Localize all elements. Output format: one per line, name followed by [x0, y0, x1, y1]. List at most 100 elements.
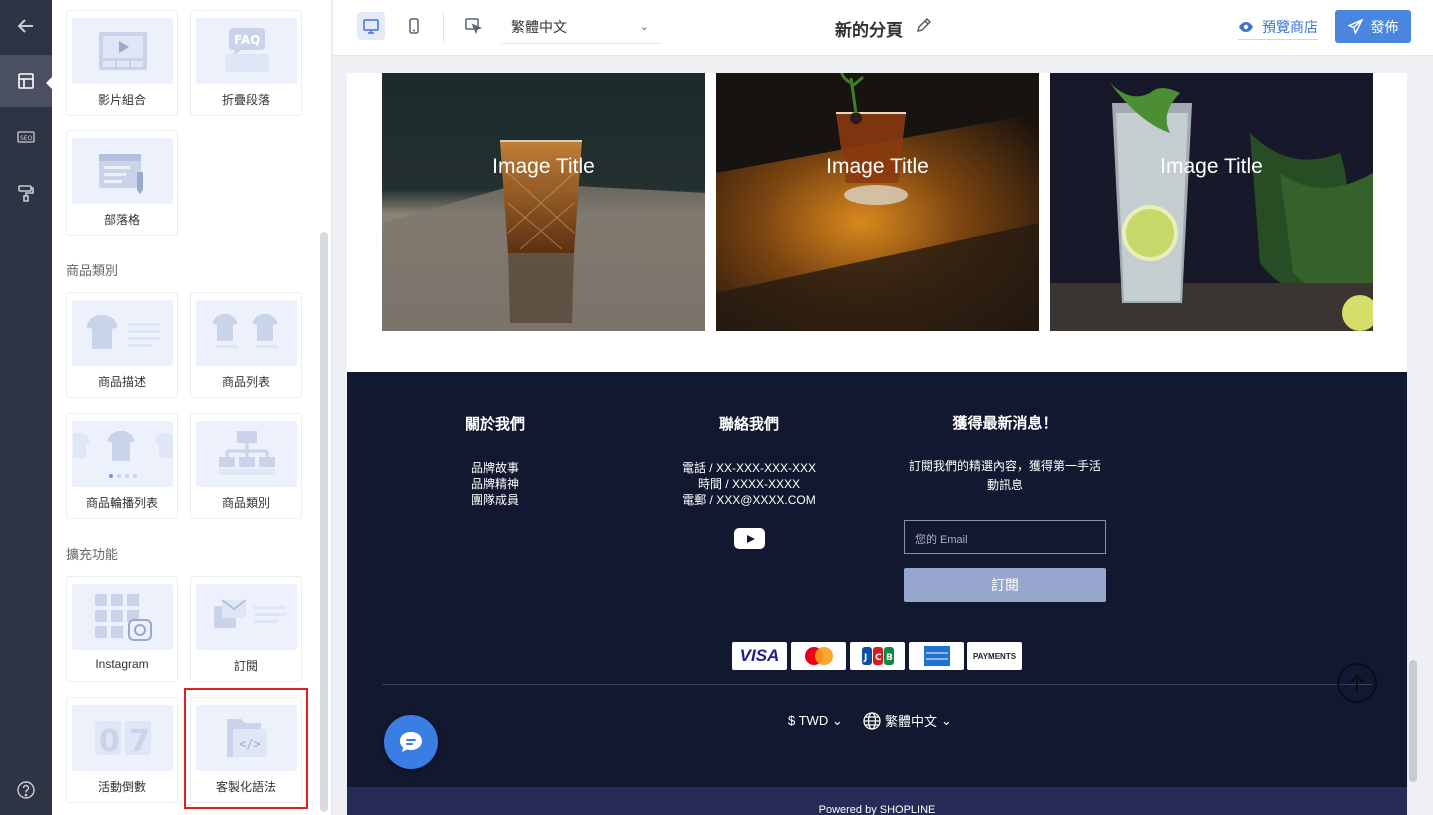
image-title: Image Title: [826, 155, 929, 178]
desktop-view-button[interactable]: [357, 12, 385, 40]
faq-icon: FAQ: [224, 28, 269, 72]
left-rail: SEO: [0, 0, 53, 815]
cursor-select-icon: [465, 18, 482, 35]
pencil-icon: [917, 18, 931, 32]
chat-button[interactable]: [384, 715, 438, 769]
widget-label: 商品輪播列表: [85, 496, 158, 510]
footer-language-selector[interactable]: 繁體中文 ⌄: [863, 711, 952, 730]
mojito-image: [1050, 73, 1373, 331]
mobile-icon: [409, 18, 419, 34]
seo-tab[interactable]: SEO: [0, 111, 52, 163]
widget-thumb: [196, 584, 297, 650]
back-button[interactable]: [0, 0, 52, 52]
footer-divider: [382, 684, 1372, 685]
footer-link-brand-story[interactable]: 品牌故事: [435, 460, 555, 476]
gallery-image-card[interactable]: Image Title: [382, 73, 705, 331]
widget-thumb: [72, 421, 173, 487]
whiskey-glass-image: [382, 73, 705, 331]
footer-link-brand-spirit[interactable]: 品牌精神: [435, 476, 555, 492]
widget-card-video-gallery[interactable]: 影片組合: [66, 10, 178, 116]
scroll-to-top-button[interactable]: [1337, 663, 1377, 703]
widget-card-product-carousel[interactable]: 商品輪播列表: [66, 413, 178, 519]
layout-tab[interactable]: [0, 55, 52, 107]
widget-thumb: [72, 584, 173, 650]
mobile-view-button[interactable]: [400, 12, 428, 40]
svg-text:B: B: [886, 653, 893, 663]
newsletter-email-input[interactable]: 您的 Email: [904, 520, 1106, 554]
help-button[interactable]: [0, 764, 52, 815]
product-list-icon: [211, 314, 278, 348]
chevron-down-icon: ⌄: [941, 712, 952, 728]
cocktail-image: [716, 73, 1039, 331]
widget-label: 折疊段落: [221, 93, 270, 107]
widget-label: 訂閱: [233, 659, 258, 673]
preview-store-label: 預覽商店: [1262, 18, 1318, 35]
footer-link-team[interactable]: 團隊成員: [435, 492, 555, 508]
youtube-link[interactable]: [734, 528, 765, 549]
widget-card-instagram[interactable]: Instagram: [66, 576, 178, 682]
contact-title: 聯絡我們: [718, 416, 779, 433]
widget-card-blog[interactable]: 部落格: [66, 130, 178, 236]
svg-text:SEO: SEO: [20, 135, 33, 142]
blog-icon: [98, 154, 143, 194]
widget-card-countdown[interactable]: 07 活動倒數: [66, 697, 178, 803]
video-gallery-icon: [98, 32, 147, 70]
svg-text:FAQ: FAQ: [234, 33, 260, 47]
canvas-scrollbar[interactable]: [1409, 660, 1417, 782]
widget-thumb: [196, 421, 297, 487]
widget-label: 部落格: [103, 213, 140, 227]
language-select[interactable]: 繁體中文 ⌄: [501, 12, 661, 44]
widget-card-faq[interactable]: FAQ 折疊段落: [190, 10, 302, 116]
site-footer: 關於我們 品牌故事 品牌精神 團隊成員 聯絡我們 電話 / XX-XXX-XXX…: [347, 372, 1407, 787]
chevron-down-icon: ⌄: [639, 21, 649, 33]
currency-selector[interactable]: $ TWD ⌄: [788, 713, 843, 729]
widget-card-product-category[interactable]: 商品類別: [190, 413, 302, 519]
widget-thumb: [72, 18, 173, 84]
mastercard-icon: [804, 647, 833, 665]
jcb-icon: JCB: [861, 647, 894, 665]
arrow-up-icon: [1350, 674, 1364, 691]
chevron-down-icon: ⌄: [831, 713, 843, 728]
select-element-button[interactable]: [459, 12, 487, 40]
widget-label: 影片組合: [97, 93, 146, 107]
preview-store-button[interactable]: 預覽商店: [1238, 14, 1318, 40]
svg-text:J: J: [863, 653, 867, 663]
about-title: 關於我們: [464, 416, 525, 433]
seo-icon: SEO: [17, 131, 35, 143]
paint-roller-icon: [18, 185, 34, 202]
countdown-icon: 07: [94, 721, 151, 759]
instagram-icon: [94, 594, 152, 641]
layout-icon: [18, 73, 34, 89]
widget-card-product-description[interactable]: 商品描述: [66, 292, 178, 398]
widget-card-product-list[interactable]: 商品列表: [190, 292, 302, 398]
subscribe-button[interactable]: 訂閱: [904, 568, 1106, 602]
highlight-box: [184, 688, 308, 809]
language-select-value: 繁體中文: [511, 19, 567, 35]
widget-label: 商品類別: [221, 496, 270, 510]
news-description-line-1: 訂閱我們的精選內容，獲得第一手活: [908, 459, 1101, 473]
publish-label: 發佈: [1370, 18, 1399, 35]
theme-tab[interactable]: [0, 167, 52, 219]
image-title: Image Title: [492, 155, 595, 178]
eye-icon: [1239, 21, 1253, 32]
youtube-icon: [746, 534, 755, 543]
svg-text:C: C: [875, 653, 882, 663]
footer-language-value: 繁體中文: [885, 714, 938, 729]
gallery-image-card[interactable]: Image Title: [1050, 73, 1373, 331]
panel-scrollbar[interactable]: [320, 232, 328, 812]
widget-label: 商品描述: [97, 375, 146, 389]
widget-thumb: 07: [72, 705, 173, 771]
jcb-badge: JCB: [850, 642, 905, 670]
contact-hours: 時間 / XXXX-XXXX: [697, 477, 801, 491]
widget-thumb: FAQ: [196, 18, 297, 84]
edit-title-button[interactable]: [915, 16, 933, 39]
widget-card-subscribe[interactable]: 訂閱: [190, 576, 302, 682]
mastercard-badge: [791, 642, 846, 670]
gallery-image-card[interactable]: Image Title: [716, 73, 1039, 331]
product-description-icon: [85, 315, 160, 349]
payments-logo: PAYMENTS: [972, 651, 1017, 661]
send-icon: [1347, 19, 1363, 34]
contact-email: 電郵 / XXX@XXXX.COM: [682, 493, 816, 507]
publish-button[interactable]: 發佈: [1335, 10, 1411, 43]
widget-thumb: [72, 138, 173, 204]
